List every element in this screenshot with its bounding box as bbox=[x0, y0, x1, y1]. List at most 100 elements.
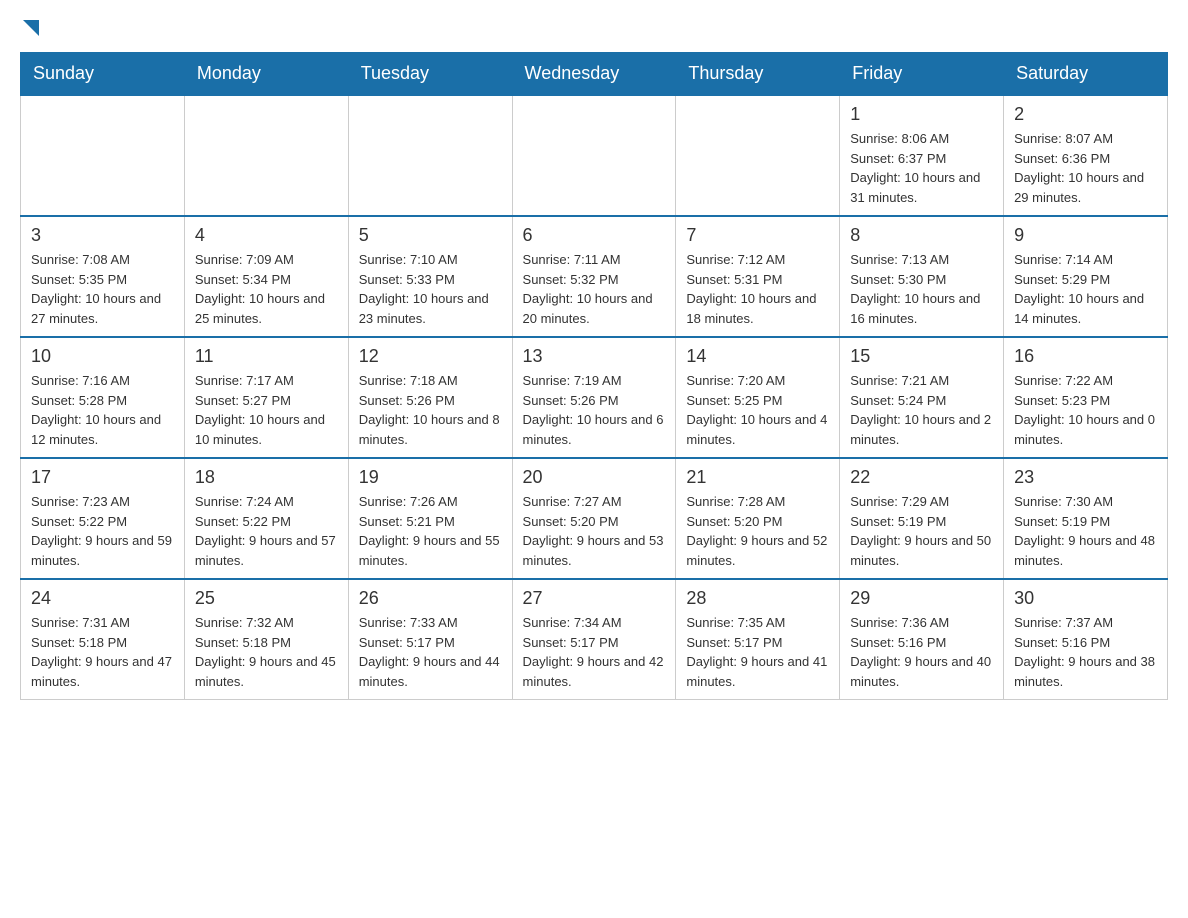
day-info: Sunrise: 7:30 AMSunset: 5:19 PMDaylight:… bbox=[1014, 492, 1157, 570]
weekday-header: Tuesday bbox=[348, 53, 512, 96]
day-info: Sunrise: 7:33 AMSunset: 5:17 PMDaylight:… bbox=[359, 613, 502, 691]
day-number: 26 bbox=[359, 588, 502, 609]
weekday-header: Thursday bbox=[676, 53, 840, 96]
day-info: Sunrise: 7:08 AMSunset: 5:35 PMDaylight:… bbox=[31, 250, 174, 328]
logo-arrow-icon bbox=[23, 20, 39, 36]
calendar-day-cell: 19 Sunrise: 7:26 AMSunset: 5:21 PMDaylig… bbox=[348, 458, 512, 579]
weekday-header: Monday bbox=[184, 53, 348, 96]
calendar-day-cell: 25 Sunrise: 7:32 AMSunset: 5:18 PMDaylig… bbox=[184, 579, 348, 700]
calendar-day-cell bbox=[348, 95, 512, 216]
calendar-day-cell: 2 Sunrise: 8:07 AMSunset: 6:36 PMDayligh… bbox=[1004, 95, 1168, 216]
day-number: 17 bbox=[31, 467, 174, 488]
day-info: Sunrise: 8:07 AMSunset: 6:36 PMDaylight:… bbox=[1014, 129, 1157, 207]
calendar-day-cell: 8 Sunrise: 7:13 AMSunset: 5:30 PMDayligh… bbox=[840, 216, 1004, 337]
day-info: Sunrise: 7:18 AMSunset: 5:26 PMDaylight:… bbox=[359, 371, 502, 449]
day-number: 20 bbox=[523, 467, 666, 488]
day-info: Sunrise: 7:29 AMSunset: 5:19 PMDaylight:… bbox=[850, 492, 993, 570]
calendar-day-cell bbox=[21, 95, 185, 216]
day-number: 16 bbox=[1014, 346, 1157, 367]
calendar-week-row: 10 Sunrise: 7:16 AMSunset: 5:28 PMDaylig… bbox=[21, 337, 1168, 458]
calendar-day-cell: 7 Sunrise: 7:12 AMSunset: 5:31 PMDayligh… bbox=[676, 216, 840, 337]
day-number: 19 bbox=[359, 467, 502, 488]
calendar-day-cell: 26 Sunrise: 7:33 AMSunset: 5:17 PMDaylig… bbox=[348, 579, 512, 700]
calendar-day-cell: 11 Sunrise: 7:17 AMSunset: 5:27 PMDaylig… bbox=[184, 337, 348, 458]
day-number: 14 bbox=[686, 346, 829, 367]
day-info: Sunrise: 7:34 AMSunset: 5:17 PMDaylight:… bbox=[523, 613, 666, 691]
calendar-day-cell: 16 Sunrise: 7:22 AMSunset: 5:23 PMDaylig… bbox=[1004, 337, 1168, 458]
day-info: Sunrise: 7:23 AMSunset: 5:22 PMDaylight:… bbox=[31, 492, 174, 570]
day-number: 5 bbox=[359, 225, 502, 246]
day-number: 23 bbox=[1014, 467, 1157, 488]
day-info: Sunrise: 7:21 AMSunset: 5:24 PMDaylight:… bbox=[850, 371, 993, 449]
calendar-day-cell bbox=[512, 95, 676, 216]
calendar-day-cell: 6 Sunrise: 7:11 AMSunset: 5:32 PMDayligh… bbox=[512, 216, 676, 337]
day-number: 8 bbox=[850, 225, 993, 246]
calendar-day-cell: 24 Sunrise: 7:31 AMSunset: 5:18 PMDaylig… bbox=[21, 579, 185, 700]
calendar-day-cell: 5 Sunrise: 7:10 AMSunset: 5:33 PMDayligh… bbox=[348, 216, 512, 337]
day-number: 24 bbox=[31, 588, 174, 609]
calendar-day-cell: 23 Sunrise: 7:30 AMSunset: 5:19 PMDaylig… bbox=[1004, 458, 1168, 579]
calendar-day-cell: 29 Sunrise: 7:36 AMSunset: 5:16 PMDaylig… bbox=[840, 579, 1004, 700]
day-number: 22 bbox=[850, 467, 993, 488]
calendar-day-cell: 3 Sunrise: 7:08 AMSunset: 5:35 PMDayligh… bbox=[21, 216, 185, 337]
calendar-day-cell: 28 Sunrise: 7:35 AMSunset: 5:17 PMDaylig… bbox=[676, 579, 840, 700]
calendar-day-cell: 22 Sunrise: 7:29 AMSunset: 5:19 PMDaylig… bbox=[840, 458, 1004, 579]
day-info: Sunrise: 7:13 AMSunset: 5:30 PMDaylight:… bbox=[850, 250, 993, 328]
page-header bbox=[20, 20, 1168, 32]
day-info: Sunrise: 7:10 AMSunset: 5:33 PMDaylight:… bbox=[359, 250, 502, 328]
day-info: Sunrise: 7:17 AMSunset: 5:27 PMDaylight:… bbox=[195, 371, 338, 449]
day-info: Sunrise: 7:09 AMSunset: 5:34 PMDaylight:… bbox=[195, 250, 338, 328]
calendar-day-cell bbox=[184, 95, 348, 216]
calendar-day-cell: 30 Sunrise: 7:37 AMSunset: 5:16 PMDaylig… bbox=[1004, 579, 1168, 700]
day-number: 29 bbox=[850, 588, 993, 609]
calendar-header-row: SundayMondayTuesdayWednesdayThursdayFrid… bbox=[21, 53, 1168, 96]
day-info: Sunrise: 8:06 AMSunset: 6:37 PMDaylight:… bbox=[850, 129, 993, 207]
day-info: Sunrise: 7:24 AMSunset: 5:22 PMDaylight:… bbox=[195, 492, 338, 570]
weekday-header: Saturday bbox=[1004, 53, 1168, 96]
calendar-day-cell: 14 Sunrise: 7:20 AMSunset: 5:25 PMDaylig… bbox=[676, 337, 840, 458]
day-info: Sunrise: 7:26 AMSunset: 5:21 PMDaylight:… bbox=[359, 492, 502, 570]
day-info: Sunrise: 7:22 AMSunset: 5:23 PMDaylight:… bbox=[1014, 371, 1157, 449]
day-number: 3 bbox=[31, 225, 174, 246]
day-number: 4 bbox=[195, 225, 338, 246]
day-number: 11 bbox=[195, 346, 338, 367]
day-info: Sunrise: 7:31 AMSunset: 5:18 PMDaylight:… bbox=[31, 613, 174, 691]
calendar-week-row: 17 Sunrise: 7:23 AMSunset: 5:22 PMDaylig… bbox=[21, 458, 1168, 579]
day-number: 2 bbox=[1014, 104, 1157, 125]
calendar-day-cell: 21 Sunrise: 7:28 AMSunset: 5:20 PMDaylig… bbox=[676, 458, 840, 579]
calendar-week-row: 24 Sunrise: 7:31 AMSunset: 5:18 PMDaylig… bbox=[21, 579, 1168, 700]
calendar-day-cell: 10 Sunrise: 7:16 AMSunset: 5:28 PMDaylig… bbox=[21, 337, 185, 458]
calendar-day-cell: 9 Sunrise: 7:14 AMSunset: 5:29 PMDayligh… bbox=[1004, 216, 1168, 337]
calendar-day-cell bbox=[676, 95, 840, 216]
calendar-day-cell: 1 Sunrise: 8:06 AMSunset: 6:37 PMDayligh… bbox=[840, 95, 1004, 216]
day-number: 9 bbox=[1014, 225, 1157, 246]
day-number: 15 bbox=[850, 346, 993, 367]
calendar-day-cell: 27 Sunrise: 7:34 AMSunset: 5:17 PMDaylig… bbox=[512, 579, 676, 700]
weekday-header: Friday bbox=[840, 53, 1004, 96]
day-number: 21 bbox=[686, 467, 829, 488]
day-number: 7 bbox=[686, 225, 829, 246]
calendar-table: SundayMondayTuesdayWednesdayThursdayFrid… bbox=[20, 52, 1168, 700]
calendar-day-cell: 4 Sunrise: 7:09 AMSunset: 5:34 PMDayligh… bbox=[184, 216, 348, 337]
day-info: Sunrise: 7:37 AMSunset: 5:16 PMDaylight:… bbox=[1014, 613, 1157, 691]
day-info: Sunrise: 7:16 AMSunset: 5:28 PMDaylight:… bbox=[31, 371, 174, 449]
day-info: Sunrise: 7:19 AMSunset: 5:26 PMDaylight:… bbox=[523, 371, 666, 449]
day-info: Sunrise: 7:14 AMSunset: 5:29 PMDaylight:… bbox=[1014, 250, 1157, 328]
day-info: Sunrise: 7:32 AMSunset: 5:18 PMDaylight:… bbox=[195, 613, 338, 691]
day-info: Sunrise: 7:20 AMSunset: 5:25 PMDaylight:… bbox=[686, 371, 829, 449]
weekday-header: Sunday bbox=[21, 53, 185, 96]
day-info: Sunrise: 7:12 AMSunset: 5:31 PMDaylight:… bbox=[686, 250, 829, 328]
day-number: 30 bbox=[1014, 588, 1157, 609]
day-number: 12 bbox=[359, 346, 502, 367]
day-info: Sunrise: 7:36 AMSunset: 5:16 PMDaylight:… bbox=[850, 613, 993, 691]
calendar-week-row: 3 Sunrise: 7:08 AMSunset: 5:35 PMDayligh… bbox=[21, 216, 1168, 337]
calendar-day-cell: 18 Sunrise: 7:24 AMSunset: 5:22 PMDaylig… bbox=[184, 458, 348, 579]
day-number: 28 bbox=[686, 588, 829, 609]
calendar-day-cell: 20 Sunrise: 7:27 AMSunset: 5:20 PMDaylig… bbox=[512, 458, 676, 579]
day-number: 18 bbox=[195, 467, 338, 488]
day-info: Sunrise: 7:35 AMSunset: 5:17 PMDaylight:… bbox=[686, 613, 829, 691]
day-number: 27 bbox=[523, 588, 666, 609]
calendar-day-cell: 13 Sunrise: 7:19 AMSunset: 5:26 PMDaylig… bbox=[512, 337, 676, 458]
day-number: 6 bbox=[523, 225, 666, 246]
weekday-header: Wednesday bbox=[512, 53, 676, 96]
